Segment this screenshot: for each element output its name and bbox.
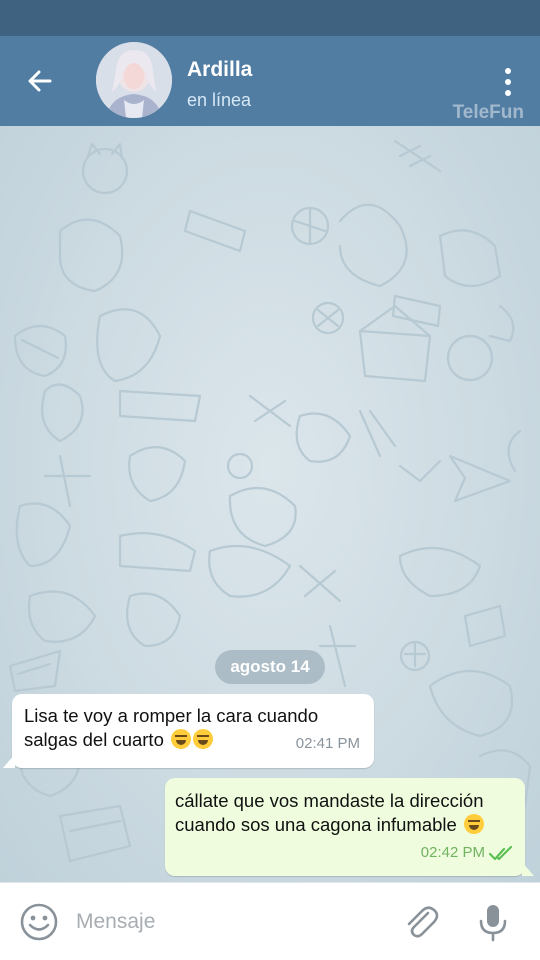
outgoing-message[interactable]: cállate que vos mandaste la dirección cu… — [165, 778, 534, 876]
smiley-icon — [20, 903, 58, 941]
emoji-button[interactable] — [18, 901, 60, 943]
rofl-emoji-icon — [193, 729, 214, 749]
message-time: 02:42 PM — [420, 844, 485, 861]
online-status: en línea — [187, 90, 252, 110]
pleading-emoji-icon — [463, 814, 484, 834]
message-composer — [0, 882, 540, 960]
microphone-button[interactable] — [472, 901, 514, 943]
double-check-icon — [489, 846, 513, 861]
back-button[interactable] — [18, 60, 62, 102]
more-menu-button[interactable] — [496, 62, 520, 102]
doodle-wallpaper — [8, 139, 532, 863]
incoming-message[interactable]: Lisa te voy a romper la cara cuando salg… — [3, 694, 374, 768]
paperclip-icon — [407, 906, 439, 938]
rofl-emoji-icon — [171, 729, 192, 749]
more-vert-icon — [505, 68, 511, 74]
chat-title[interactable]: Ardilla — [187, 58, 252, 82]
back-arrow-icon — [28, 70, 52, 92]
avatar-image — [96, 42, 172, 118]
attach-button[interactable] — [400, 901, 442, 943]
message-text: cállate que vos mandaste la dirección cu… — [175, 790, 484, 835]
date-separator: agosto 14 — [215, 650, 325, 684]
microphone-icon — [479, 905, 507, 942]
chat-area[interactable]: agosto 14 Lisa te voy a romper la cara c… — [0, 126, 540, 882]
message-time: 02:41 PM — [295, 735, 360, 752]
avatar[interactable] — [96, 42, 172, 118]
watermark: TeleFun — [452, 102, 524, 123]
message-input[interactable] — [76, 903, 376, 941]
status-bar — [0, 0, 540, 36]
